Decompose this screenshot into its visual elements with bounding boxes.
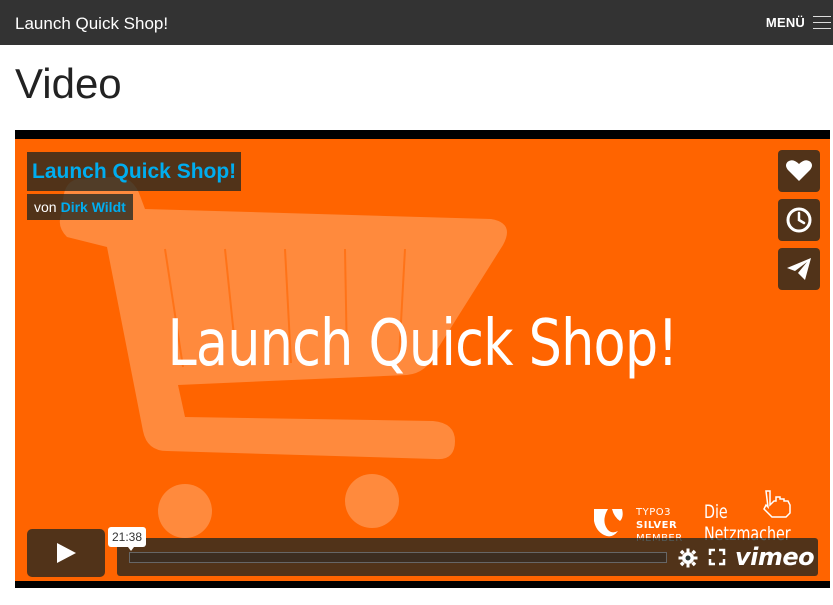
author-link[interactable]: Dirk Wildt xyxy=(61,199,126,215)
typo3-logo-icon xyxy=(594,509,623,537)
like-button[interactable] xyxy=(778,150,820,192)
vimeo-logo-link[interactable]: vimeo xyxy=(735,543,815,571)
fullscreen-icon xyxy=(708,548,726,566)
clock-icon xyxy=(786,207,812,233)
byline-prefix: von xyxy=(34,199,57,215)
top-navbar: Launch Quick Shop! MENÜ xyxy=(0,0,833,45)
video-title-link[interactable]: Launch Quick Shop! xyxy=(32,160,236,184)
brand-link[interactable]: Launch Quick Shop! xyxy=(15,14,168,34)
control-bar: vimeo xyxy=(117,538,818,576)
heart-icon xyxy=(786,160,812,181)
video-frame[interactable]: Launch Quick Shop! Launch Quick Shop! vo… xyxy=(15,139,830,581)
video-title-box: Launch Quick Shop! xyxy=(27,152,242,191)
share-button[interactable] xyxy=(778,248,820,290)
menu-label: MENÜ xyxy=(765,15,805,30)
video-headline: Launch Quick Shop! xyxy=(167,307,678,381)
play-icon xyxy=(57,543,76,563)
hamburger-icon xyxy=(813,15,831,31)
paper-plane-icon xyxy=(787,258,811,280)
time-tooltip: 21:38 xyxy=(108,527,147,547)
settings-icon xyxy=(678,548,698,568)
watch-later-button[interactable] xyxy=(778,199,820,241)
page-title: Video xyxy=(15,60,122,107)
pointing-hand-icon xyxy=(763,490,791,518)
video-player[interactable]: Launch Quick Shop! Launch Quick Shop! vo… xyxy=(15,130,830,588)
tooltip-caret xyxy=(128,547,134,551)
menu-button[interactable]: MENÜ xyxy=(753,0,833,45)
settings-button[interactable] xyxy=(678,548,698,573)
video-byline: von Dirk Wildt xyxy=(27,194,133,220)
fullscreen-button[interactable] xyxy=(708,548,726,571)
play-button[interactable] xyxy=(27,529,105,577)
progress-bar[interactable] xyxy=(129,552,667,563)
